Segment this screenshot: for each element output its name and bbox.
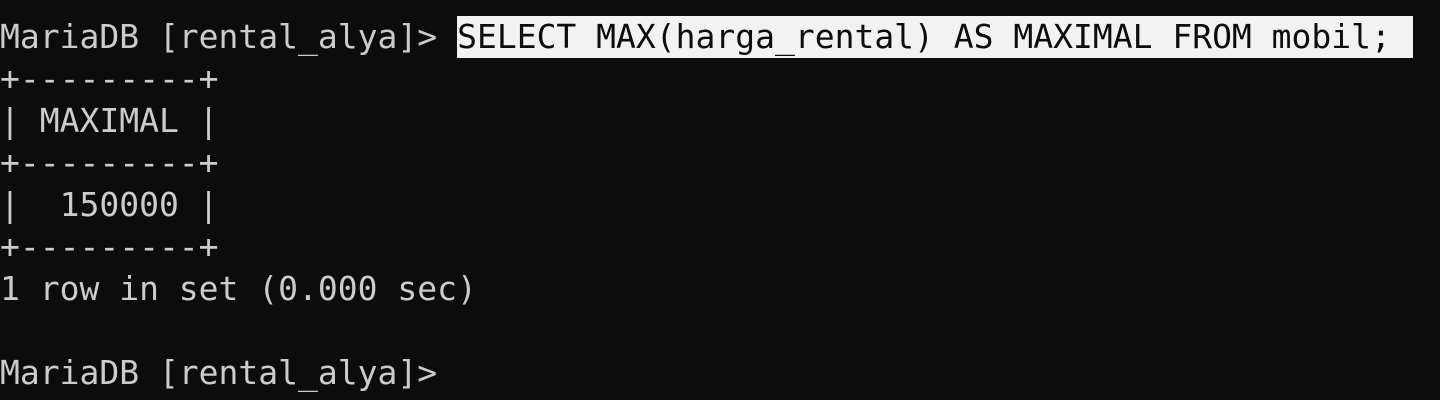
final-prompt-line[interactable]: MariaDB [rental_alya]> xyxy=(0,352,1440,394)
terminal-window[interactable]: MariaDB [rental_alya]> SELECT MAX(harga_r… xyxy=(0,0,1440,400)
table-header-row: | MAXIMAL | xyxy=(0,100,1440,142)
mariadb-prompt: MariaDB [rental_alya]> xyxy=(0,17,438,56)
table-border-middle: +---------+ xyxy=(0,142,1440,184)
table-border-bottom-text: +---------+ xyxy=(0,227,219,266)
result-summary: 1 row in set (0.000 sec) xyxy=(0,269,477,308)
table-border-middle-text: +---------+ xyxy=(0,143,219,182)
command-line: MariaDB [rental_alya]> SELECT MAX(harga_r… xyxy=(0,16,1440,58)
result-summary-line: 1 row in set (0.000 sec) xyxy=(0,268,1440,310)
table-header-text: | MAXIMAL | xyxy=(0,101,219,140)
table-border-bottom: +---------+ xyxy=(0,226,1440,268)
table-border-top: +---------+ xyxy=(0,58,1440,100)
selected-command-text[interactable]: SELECT MAX(harga_rental) AS MAXIMAL FROM… xyxy=(457,16,1413,58)
input-cursor[interactable] xyxy=(437,355,455,391)
table-row-text: | 150000 | xyxy=(0,185,219,224)
table-row: | 150000 | xyxy=(0,184,1440,226)
table-border-top-text: +---------+ xyxy=(0,59,219,98)
final-mariadb-prompt: MariaDB [rental_alya]> xyxy=(0,353,438,392)
